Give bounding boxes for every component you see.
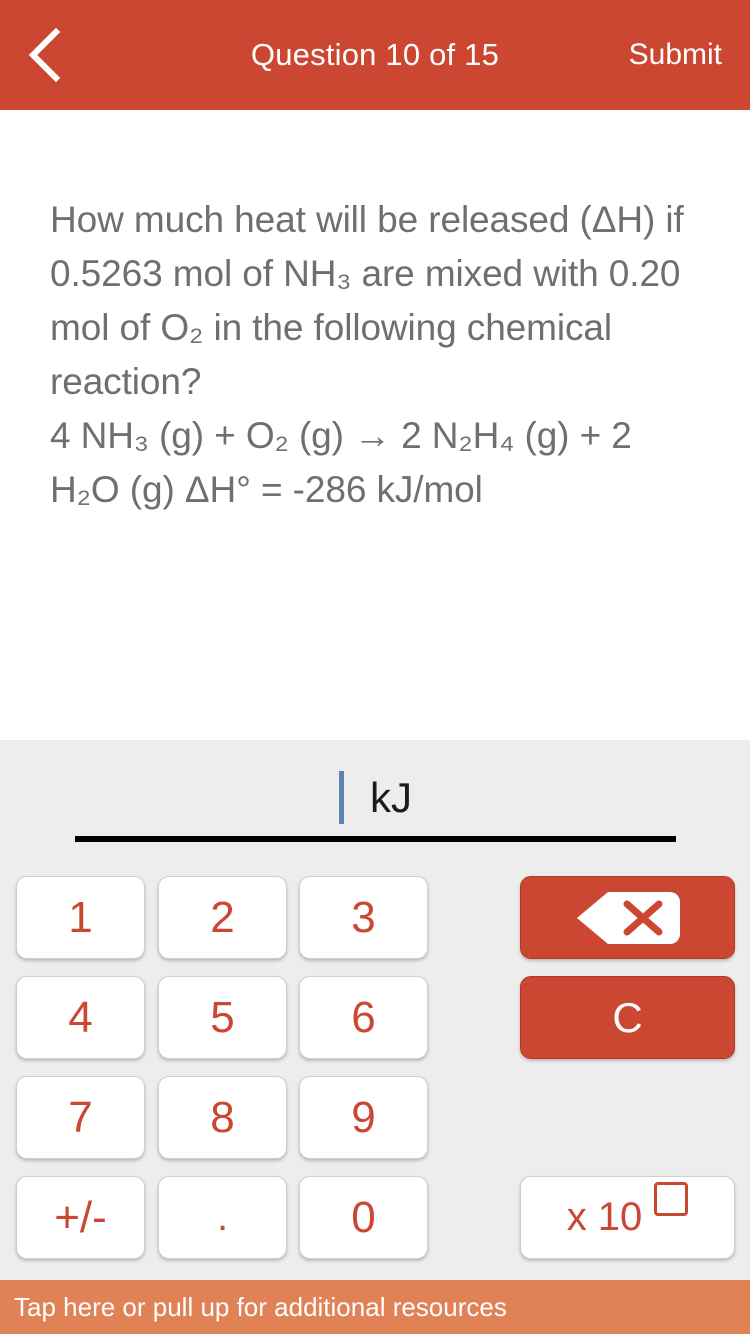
answer-unit-label: kJ bbox=[370, 773, 412, 821]
key-decimal[interactable]: . bbox=[158, 1176, 287, 1259]
key-9[interactable]: 9 bbox=[299, 1076, 428, 1159]
key-7[interactable]: 7 bbox=[16, 1076, 145, 1159]
keypad-panel: kJ 1 2 3 4 5 6 7 8 9 +/- . 0 C x 10 bbox=[0, 740, 750, 1280]
question-text: How much heat will be released (ΔH) if 0… bbox=[50, 199, 684, 510]
app-header: Question 10 of 15 Submit bbox=[0, 0, 750, 110]
clear-button[interactable]: C bbox=[520, 976, 735, 1059]
key-1[interactable]: 1 bbox=[16, 876, 145, 959]
exponent-button[interactable]: x 10 bbox=[520, 1176, 735, 1259]
answer-underline bbox=[75, 836, 676, 842]
empty-square-placeholder-icon bbox=[654, 1182, 689, 1216]
key-5[interactable]: 5 bbox=[158, 976, 287, 1059]
key-8[interactable]: 8 bbox=[158, 1076, 287, 1159]
key-plus-minus[interactable]: +/- bbox=[16, 1176, 145, 1259]
key-4[interactable]: 4 bbox=[16, 976, 145, 1059]
key-3[interactable]: 3 bbox=[299, 876, 428, 959]
key-0[interactable]: 0 bbox=[299, 1176, 428, 1259]
key-2[interactable]: 2 bbox=[158, 876, 287, 959]
backspace-button[interactable] bbox=[520, 876, 735, 959]
backspace-icon bbox=[575, 890, 680, 946]
additional-resources-bar[interactable]: Tap here or pull up for additional resou… bbox=[0, 1280, 750, 1334]
submit-button[interactable]: Submit bbox=[629, 0, 722, 110]
keypad-grid: 1 2 3 4 5 6 7 8 9 +/- . 0 C x 10 bbox=[0, 876, 750, 1280]
exponent-label: x 10 bbox=[566, 1195, 643, 1239]
key-6[interactable]: 6 bbox=[299, 976, 428, 1059]
text-cursor bbox=[339, 770, 344, 824]
additional-resources-label: Tap here or pull up for additional resou… bbox=[14, 1291, 507, 1322]
answer-input-row[interactable]: kJ bbox=[0, 740, 750, 854]
question-area: How much heat will be released (ΔH) if 0… bbox=[0, 110, 750, 740]
answer-input[interactable]: kJ bbox=[75, 762, 676, 832]
